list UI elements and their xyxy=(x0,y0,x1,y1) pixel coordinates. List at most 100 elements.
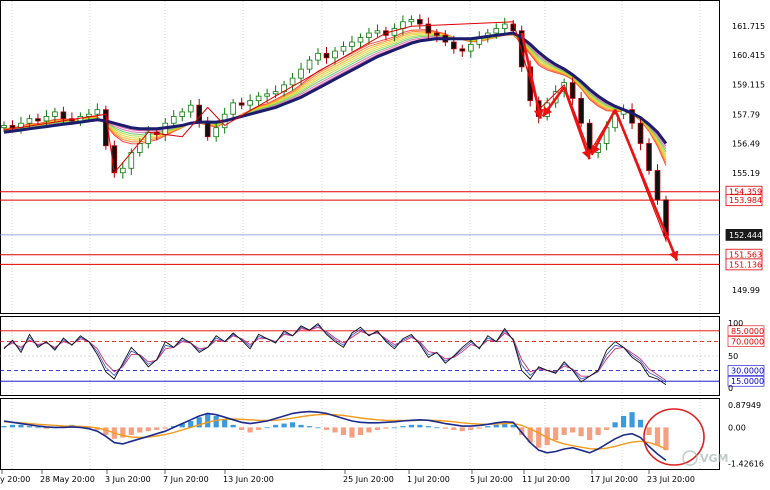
oscillator-tag-label: 30.0000 xyxy=(731,366,764,375)
candle-body xyxy=(52,111,58,117)
macd-histogram-bar xyxy=(264,427,270,429)
macd-histogram-bar xyxy=(459,427,465,432)
macd-histogram-bar xyxy=(256,427,262,430)
macd-histogram-bar xyxy=(603,427,610,430)
candle-body xyxy=(298,68,304,79)
candle-body xyxy=(434,32,440,36)
candle-body xyxy=(247,100,253,106)
macd-histogram-bar xyxy=(578,427,584,437)
macd-histogram-bar xyxy=(570,427,576,433)
macd-histogram-bar xyxy=(434,427,440,429)
macd-tick-label: -1.42616 xyxy=(728,460,764,469)
x-tick-label: 25 Jun 20:00 xyxy=(343,475,394,484)
macd-histogram-bar xyxy=(230,424,236,428)
price-tick-label: 155.19 xyxy=(732,169,760,178)
candle-body xyxy=(467,43,474,52)
price-tick-label: 160.415 xyxy=(732,51,765,60)
macd-histogram-bar xyxy=(306,426,313,428)
macd-histogram-bar xyxy=(340,427,347,435)
price-tag: 151.136 xyxy=(725,258,763,271)
macd-histogram-bar xyxy=(137,427,143,433)
macd-histogram-bar xyxy=(654,427,661,446)
macd-histogram-bar xyxy=(587,427,593,441)
macd-histogram-bar xyxy=(205,413,211,428)
macd-histogram-bar xyxy=(417,424,423,428)
macd-histogram-bar xyxy=(408,424,414,428)
price-tick-label: 156.49 xyxy=(732,140,760,149)
price-tag: 153.984 xyxy=(725,194,763,207)
candle-body xyxy=(501,23,508,29)
candle-body xyxy=(569,82,576,99)
macd-histogram-bar xyxy=(442,427,448,429)
x-tick-label: 13 Jun 20:00 xyxy=(223,475,274,484)
macd-histogram-bar xyxy=(213,415,219,428)
macd-histogram-bar xyxy=(646,427,652,435)
oscillator-tick-label: 0 xyxy=(728,384,733,393)
macd-histogram-bar xyxy=(637,419,644,428)
macd-tick-label: 0.00 xyxy=(728,423,746,432)
macd-histogram-bar xyxy=(391,427,398,429)
price-tick-label: 161.715 xyxy=(732,22,765,31)
candle-body xyxy=(1,125,7,129)
candle-body xyxy=(35,118,41,122)
x-tick-label: 23 Jul 20:00 xyxy=(647,475,695,484)
macd-histogram-bar xyxy=(247,427,253,433)
x-tick-label: 5 Jul 20:00 xyxy=(470,475,513,484)
x-tick-label: y 20:00 xyxy=(0,475,30,484)
macd-histogram-bar xyxy=(35,427,41,429)
candle-body xyxy=(179,111,186,117)
candle-body xyxy=(26,118,33,124)
price-tag: 152.444 xyxy=(725,228,763,241)
x-tick-label: 17 Jul 20:00 xyxy=(590,475,638,484)
oscillator-tick-label: 100 xyxy=(728,319,743,328)
price-tag-label: 153.984 xyxy=(729,196,762,205)
macd-histogram-bar xyxy=(222,419,228,428)
candle-body xyxy=(459,48,466,52)
candle-body xyxy=(323,52,330,59)
macd-histogram-bar xyxy=(383,427,389,429)
candle-body xyxy=(578,98,584,124)
price-tick-label: 159.115 xyxy=(732,81,765,90)
candle-body xyxy=(306,59,313,70)
macd-histogram-bar xyxy=(357,427,364,435)
candle-body xyxy=(187,104,194,113)
macd-histogram-bar xyxy=(553,427,559,441)
macd-histogram-bar xyxy=(451,427,457,430)
macd-histogram-bar xyxy=(154,427,160,430)
oscillator-level-tag: 15.0000 xyxy=(727,375,765,387)
macd-histogram-bar xyxy=(26,426,33,428)
candle-body xyxy=(120,167,126,174)
macd-histogram-bar xyxy=(298,424,304,428)
x-tick-label: 1 Jul 20:00 xyxy=(407,475,450,484)
macd-histogram-bar xyxy=(323,427,330,430)
candle-body xyxy=(43,116,50,122)
price-tag-label: 151.563 xyxy=(729,251,762,260)
price-tick-label: 157.79 xyxy=(732,110,760,119)
macd-histogram-bar xyxy=(332,427,338,433)
candle-body xyxy=(170,116,177,124)
oscillator-tag-label: 70.0000 xyxy=(731,338,764,347)
macd-histogram-bar xyxy=(272,424,279,428)
candle-body xyxy=(400,21,406,29)
macd-histogram-bar xyxy=(663,427,669,451)
candle-body xyxy=(60,111,67,120)
x-tick-label: 3 Jun 20:00 xyxy=(105,475,151,484)
candle-body xyxy=(213,127,219,138)
macd-histogram-bar xyxy=(281,423,287,428)
watermark-text: VGM xyxy=(700,452,729,465)
macd-histogram-bar xyxy=(315,427,321,429)
macd-histogram-bar xyxy=(425,426,431,428)
oscillator-tag-label: 85.0000 xyxy=(731,327,764,336)
macd-histogram-bar xyxy=(9,424,16,428)
macd-tick-label: 0.87949 xyxy=(728,401,761,410)
candle-body xyxy=(349,41,355,47)
macd-histogram-bar xyxy=(1,426,7,428)
candle-body xyxy=(315,52,321,61)
macd-histogram-bar xyxy=(468,427,474,430)
macd-histogram-bar xyxy=(162,427,168,429)
candle-body xyxy=(94,109,101,115)
candle-body xyxy=(357,37,364,43)
macd-histogram-bar xyxy=(476,427,482,429)
macd-histogram-bar xyxy=(289,422,296,428)
x-tick-label: 11 Jul 20:00 xyxy=(522,475,570,484)
